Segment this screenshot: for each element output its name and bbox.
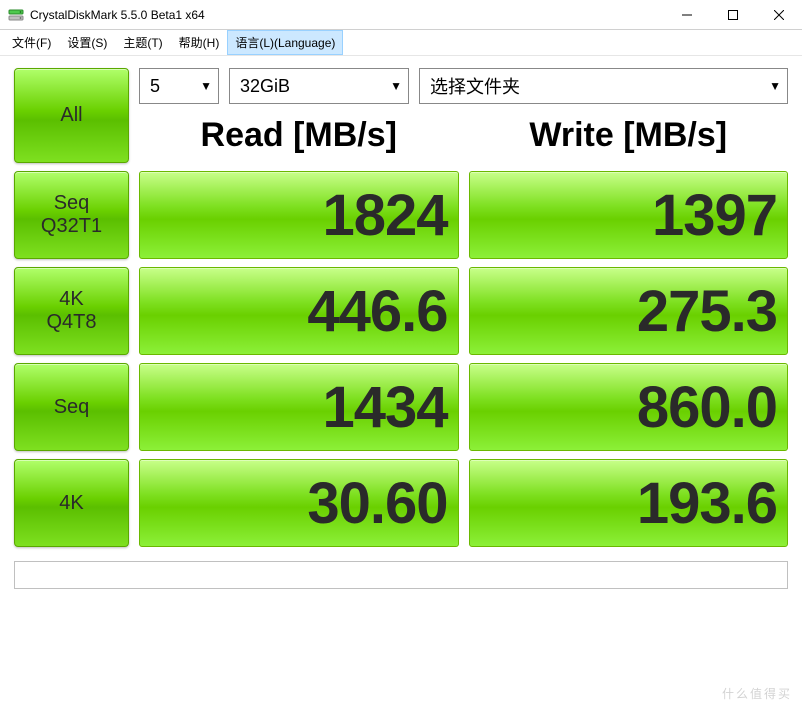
4k-button[interactable]: 4K	[14, 459, 129, 547]
menu-file[interactable]: 文件(F)	[4, 30, 59, 55]
window-controls	[664, 0, 802, 29]
4k-read: 30.60	[139, 459, 459, 547]
close-button[interactable]	[756, 0, 802, 29]
all-button[interactable]: All	[14, 68, 129, 163]
4k-q4t8-button[interactable]: 4K Q4T8	[14, 267, 129, 355]
minimize-button[interactable]	[664, 0, 710, 29]
size-select[interactable]: 32GiB ▼	[229, 68, 409, 104]
title-bar: CrystalDiskMark 5.5.0 Beta1 x64	[0, 0, 802, 30]
top-controls: 5 ▼ 32GiB ▼ 选择文件夹 ▼	[139, 68, 788, 104]
menu-settings[interactable]: 设置(S)	[59, 30, 115, 55]
watermark: 什么值得买	[722, 685, 792, 702]
runs-value: 5	[150, 76, 160, 97]
runs-select[interactable]: 5 ▼	[139, 68, 219, 104]
menu-help[interactable]: 帮助(H)	[171, 30, 228, 55]
seq-q32t1-read: 1824	[139, 171, 459, 259]
header-read: Read [MB/s]	[139, 112, 459, 163]
seq-write: 860.0	[469, 363, 789, 451]
status-bar	[14, 561, 788, 589]
menu-language[interactable]: 语言(L)(Language)	[227, 30, 343, 55]
header-write: Write [MB/s]	[469, 112, 789, 163]
4k-q4t8-write: 275.3	[469, 267, 789, 355]
seq-button[interactable]: Seq	[14, 363, 129, 451]
maximize-button[interactable]	[710, 0, 756, 29]
seq-q32t1-write: 1397	[469, 171, 789, 259]
chevron-down-icon: ▼	[769, 79, 781, 93]
client-area: All 5 ▼ 32GiB ▼ 选择文件夹 ▼ Read [MB/s] Writ…	[0, 56, 802, 599]
size-value: 32GiB	[240, 76, 290, 97]
chevron-down-icon: ▼	[200, 79, 212, 93]
seq-q32t1-button[interactable]: Seq Q32T1	[14, 171, 129, 259]
chevron-down-icon: ▼	[390, 79, 402, 93]
seq-read: 1434	[139, 363, 459, 451]
menu-theme[interactable]: 主题(T)	[115, 30, 170, 55]
folder-select[interactable]: 选择文件夹 ▼	[419, 68, 788, 104]
folder-value: 选择文件夹	[430, 73, 520, 99]
window-title: CrystalDiskMark 5.5.0 Beta1 x64	[30, 8, 664, 22]
4k-q4t8-read: 446.6	[139, 267, 459, 355]
menu-bar: 文件(F) 设置(S) 主题(T) 帮助(H) 语言(L)(Language)	[0, 30, 802, 56]
4k-write: 193.6	[469, 459, 789, 547]
app-icon	[8, 7, 24, 23]
